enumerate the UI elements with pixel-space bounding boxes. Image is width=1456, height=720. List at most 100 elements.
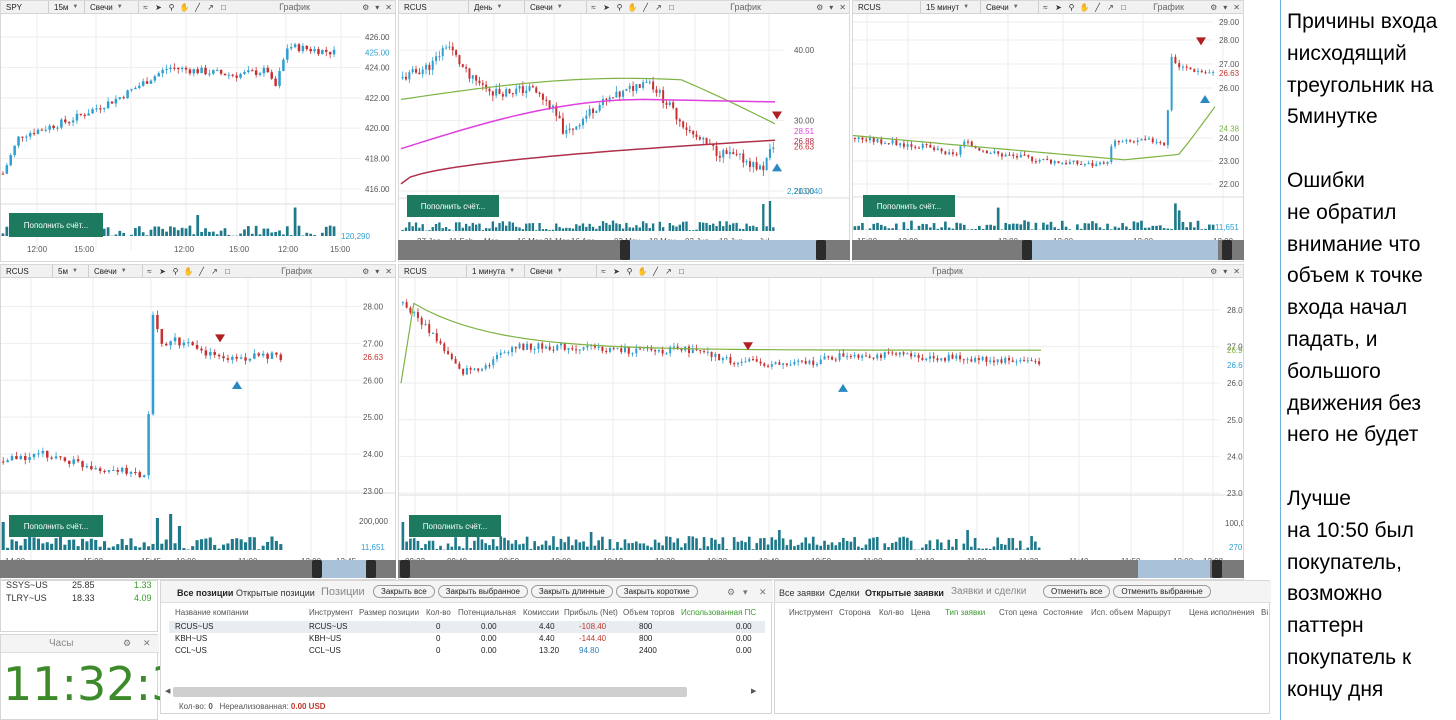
fund-account-button[interactable]: Пополнить счёт... <box>407 195 499 217</box>
chart-type-select[interactable]: Свечи ▼ <box>981 1 1039 13</box>
column-header[interactable]: Стоп цена <box>999 608 1037 617</box>
indicators-icon[interactable]: ≈ <box>1040 2 1051 13</box>
gear-icon[interactable]: ⚙ <box>1207 267 1220 276</box>
gear-icon[interactable]: ⚙ <box>1207 3 1220 12</box>
close-all-button[interactable]: Закрыть все <box>373 585 435 598</box>
column-header[interactable]: Размер позиции <box>359 608 419 617</box>
indicators-icon[interactable]: ≈ <box>588 2 599 13</box>
indicators-icon[interactable]: ≈ <box>144 266 155 277</box>
close-icon[interactable]: ✕ <box>382 3 395 12</box>
zoom-icon[interactable]: ⚲ <box>1066 2 1077 13</box>
close-short-button[interactable]: Закрыть короткие <box>615 585 698 598</box>
horizontal-scrollbar[interactable] <box>173 687 687 697</box>
column-header[interactable]: Потенциальная <box>458 608 516 617</box>
scroll-right-icon[interactable]: ▶ <box>751 687 756 695</box>
close-icon[interactable]: ✕ <box>1230 3 1243 12</box>
scroll-handle[interactable] <box>816 240 826 260</box>
chevron-down-icon[interactable]: ▾ <box>743 587 748 598</box>
close-long-button[interactable]: Закрыть длинные <box>530 585 613 598</box>
column-header[interactable]: Прибыль (Net) <box>564 608 618 617</box>
close-selected-button[interactable]: Закрыть выбранное <box>437 585 528 598</box>
watchlist-row[interactable]: SSYS~US 25.85 1.33 <box>6 580 156 592</box>
line-icon[interactable]: ╱ <box>650 266 661 277</box>
column-header[interactable]: Кол-во <box>879 608 904 617</box>
symbol-field[interactable]: RCUS <box>399 265 467 277</box>
chevron-down-icon[interactable]: ▾ <box>372 267 382 276</box>
fund-account-button[interactable]: Пополнить счёт... <box>863 195 955 217</box>
chart-scrollbar[interactable] <box>0 560 396 578</box>
chevron-down-icon[interactable]: ▾ <box>372 3 382 12</box>
close-icon[interactable]: ✕ <box>759 587 767 598</box>
chart-panel-rcus-5m[interactable]: RCUS 5м ▼ Свечи ▼ ≈ ➤ ⚲ ✋ ╱ ↗ □ График ⚙ ▾… <box>0 264 396 580</box>
rectangle-icon[interactable]: □ <box>218 2 229 13</box>
column-header[interactable]: Цена <box>911 608 930 617</box>
gear-icon[interactable]: ⚙ <box>123 638 131 649</box>
symbol-field[interactable]: RCUS <box>399 1 469 13</box>
price-chart[interactable]: 29.00 28.00 27.00 26.00 24.00 23.00 22.00 26.63… <box>853 14 1244 262</box>
chart-panel-rcus-15m[interactable]: RCUS 15 минут ▼ Свечи ▼ ≈ ➤ ⚲ ✋ ╱ ↗ □ Граф… <box>852 0 1244 262</box>
column-header[interactable]: Название компании <box>175 608 249 617</box>
rectangle-icon[interactable]: □ <box>666 2 677 13</box>
chart-type-select[interactable]: Свечи ▼ <box>85 1 139 13</box>
rectangle-icon[interactable]: □ <box>1118 2 1129 13</box>
table-row[interactable]: KBH~US KBH~US 0 0.00 4.40 -144.40 800 0.00 <box>169 633 765 645</box>
tab-trades[interactable]: Сделки <box>829 588 860 598</box>
column-header[interactable]: Цена исполнения <box>1189 608 1254 617</box>
chart-panel-rcus-1m[interactable]: RCUS 1 минута ▼ Свечи ▼ ≈ ➤ ⚲ ✋ ╱ ↗ □ Граф… <box>398 264 1244 580</box>
column-header[interactable]: Использованная ПС <box>681 608 756 617</box>
hand-icon[interactable]: ✋ <box>637 266 648 277</box>
zoom-icon[interactable]: ⚲ <box>624 266 635 277</box>
scroll-handle[interactable] <box>620 240 630 260</box>
gear-icon[interactable]: ⚙ <box>359 3 372 12</box>
zoom-icon[interactable]: ⚲ <box>614 2 625 13</box>
price-chart[interactable]: 40.0030.0020.0028.5126.8826.632,213,0402… <box>399 14 850 262</box>
column-header[interactable]: Инструмент <box>309 608 353 617</box>
scroll-handle[interactable] <box>312 560 322 578</box>
timeframe-select[interactable]: 15 минут ▼ <box>921 1 981 13</box>
zoom-icon[interactable]: ⚲ <box>170 266 181 277</box>
chart-panel-spy[interactable]: SPY 15м ▼ Свечи ▼ ≈ ➤ ⚲ ✋ ╱ ↗ □ График ⚙ ▾… <box>0 0 396 262</box>
gear-icon[interactable]: ⚙ <box>727 587 735 598</box>
column-header[interactable]: Инструмент <box>789 608 833 617</box>
column-header[interactable]: Ві <box>1261 608 1268 617</box>
symbol-field[interactable]: SPY <box>1 1 49 13</box>
symbol-field[interactable]: RCUS <box>853 1 921 13</box>
fund-account-button[interactable]: Пополнить счёт... <box>9 213 103 237</box>
rectangle-icon[interactable]: □ <box>222 266 233 277</box>
hand-icon[interactable]: ✋ <box>1079 2 1090 13</box>
scroll-handle[interactable] <box>366 560 376 578</box>
cancel-all-button[interactable]: Отменить все <box>1043 585 1111 598</box>
fund-account-button[interactable]: Пополнить счёт... <box>409 515 501 537</box>
column-header[interactable]: Комиссии <box>523 608 559 617</box>
zoom-icon[interactable]: ⚲ <box>166 2 177 13</box>
column-header[interactable]: Состояние <box>1043 608 1083 617</box>
scroll-left-icon[interactable]: ◀ <box>165 687 170 695</box>
close-icon[interactable]: ✕ <box>836 3 849 12</box>
line-icon[interactable]: ╱ <box>192 2 203 13</box>
gear-icon[interactable]: ⚙ <box>359 267 372 276</box>
gear-icon[interactable]: ⚙ <box>813 3 826 12</box>
close-icon[interactable]: ✕ <box>143 638 151 649</box>
timeframe-select[interactable]: 5м ▼ <box>53 265 89 277</box>
arrow-icon[interactable]: ↗ <box>653 2 664 13</box>
cursor-icon[interactable]: ➤ <box>157 266 168 277</box>
tab-all-orders[interactable]: Все заявки <box>779 588 825 598</box>
line-icon[interactable]: ╱ <box>196 266 207 277</box>
chevron-down-icon[interactable]: ▾ <box>1220 3 1230 12</box>
chart-scrollbar[interactable] <box>398 240 850 260</box>
chart-type-select[interactable]: Свечи ▼ <box>89 265 143 277</box>
chart-scrollbar[interactable] <box>852 240 1244 260</box>
indicators-icon[interactable]: ≈ <box>140 2 151 13</box>
tab-open-positions[interactable]: Открытые позиции <box>236 588 315 598</box>
chevron-down-icon[interactable]: ▾ <box>1220 267 1230 276</box>
hand-icon[interactable]: ✋ <box>179 2 190 13</box>
close-icon[interactable]: ✕ <box>382 267 395 276</box>
chevron-down-icon[interactable]: ▾ <box>826 3 836 12</box>
column-header[interactable]: Маршрут <box>1137 608 1171 617</box>
line-icon[interactable]: ╱ <box>640 2 651 13</box>
cursor-icon[interactable]: ➤ <box>153 2 164 13</box>
chart-type-select[interactable]: Свечи ▼ <box>525 265 597 277</box>
arrow-icon[interactable]: ↗ <box>663 266 674 277</box>
indicators-icon[interactable]: ≈ <box>598 266 609 277</box>
cancel-selected-button[interactable]: Отменить выбранные <box>1113 585 1211 598</box>
